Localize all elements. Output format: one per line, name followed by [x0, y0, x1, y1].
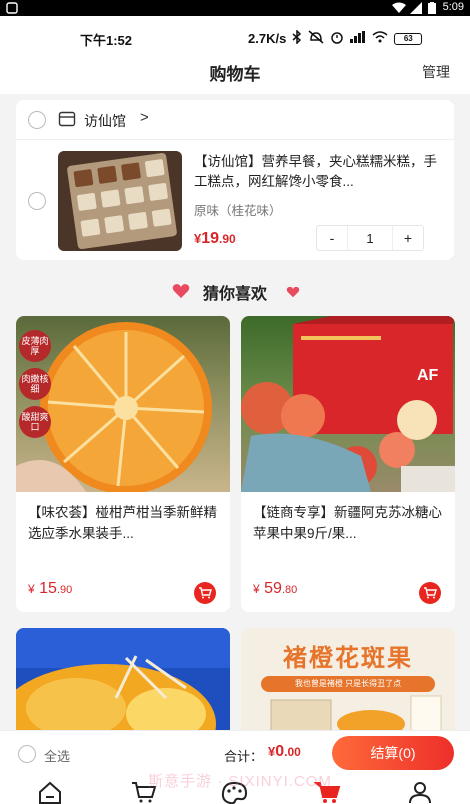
add-to-cart-button[interactable]: [194, 582, 216, 604]
phone-status-bar: 下午1:52 2.7K/s 63: [0, 16, 470, 54]
product-image-apple[interactable]: AF: [241, 316, 455, 492]
product-price: ¥ 15.90: [28, 580, 73, 597]
quantity-minus-button[interactable]: -: [317, 226, 347, 250]
status-time: 下午1:52: [80, 33, 133, 48]
product-image-orange[interactable]: 皮薄肉厚 肉嫩核细 酸甜爽口: [16, 316, 230, 492]
bluetooth-icon: [292, 29, 302, 47]
total-label: 合计：: [224, 749, 264, 764]
cart-item-spec[interactable]: 原味（桂花味）: [194, 200, 282, 219]
manage-button[interactable]: 管理: [422, 62, 450, 82]
product-card[interactable]: [16, 628, 230, 730]
cell-signal-icon: [350, 31, 366, 46]
cart-active-icon: [313, 782, 342, 804]
store-icon: [58, 111, 76, 127]
cart-content: 访仙馆 > 【访仙馆】营养早餐，夹心糕糯米糕，手工糕点，网红解馋小零食... 原…: [0, 94, 470, 730]
quantity-value[interactable]: 1: [347, 226, 393, 250]
battery-icon: [428, 2, 436, 17]
profile-icon: [406, 782, 434, 804]
cart-item-image[interactable]: [58, 151, 182, 251]
shop-select-radio[interactable]: [28, 111, 46, 129]
recommend-title: 猜你喜欢: [202, 286, 267, 303]
android-status-bar: 5:09: [0, 0, 470, 16]
wifi-icon: [392, 2, 406, 17]
product-tag: 皮薄肉厚: [19, 330, 51, 362]
quantity-plus-button[interactable]: +: [393, 226, 423, 250]
heart-small-icon: [286, 285, 300, 303]
shop-header[interactable]: 访仙馆 >: [16, 100, 454, 140]
quantity-stepper: - 1 +: [316, 225, 424, 251]
page-header: 购物车 管理: [0, 54, 470, 94]
product-tag: 肉嫩核细: [19, 368, 51, 400]
wifi-status-icon: [372, 31, 388, 46]
product-tag: 酸甜爽口: [19, 406, 51, 438]
add-to-cart-button[interactable]: [419, 582, 441, 604]
cart-item-title[interactable]: 【访仙馆】营养早餐，夹心糕糯米糕，手工糕点，网红解馋小零食...: [194, 152, 444, 192]
mute-icon: [308, 30, 324, 47]
home-icon: [36, 781, 64, 804]
select-all-radio[interactable]: [18, 745, 36, 763]
pastry-tray-image: [66, 152, 178, 250]
product-title[interactable]: 【链商专享】新疆阿克苏冰糖心苹果中果9斤/果...: [241, 492, 455, 552]
product-price: ¥ 59.80: [253, 580, 298, 597]
notification-icon: [6, 2, 18, 17]
android-time: 5:09: [442, 1, 464, 13]
item-select-radio[interactable]: [28, 192, 46, 210]
cart-outline-icon: [130, 782, 158, 804]
page-title: 购物车: [209, 65, 261, 84]
cart-item-price: ¥19.90: [194, 230, 236, 247]
battery-level: 63: [394, 32, 423, 45]
product-card[interactable]: 皮薄肉厚 肉嫩核细 酸甜爽口 【味农荟】椪柑芦柑当季新鲜精选应季水果装手... …: [16, 316, 230, 612]
tab-profile[interactable]: [406, 780, 434, 804]
product-image-chu-orange[interactable]: 褚橙花斑果 我也曾是褚橙 只是长得丑了点: [241, 628, 455, 730]
tab-home[interactable]: [36, 780, 64, 804]
heart-icon: [172, 283, 190, 304]
product-image-citrus[interactable]: [16, 628, 230, 730]
product-title[interactable]: 【味农荟】椪柑芦柑当季新鲜精选应季水果装手...: [16, 492, 230, 552]
checkout-button[interactable]: 结算(0): [332, 736, 454, 770]
cart-shop-card: 访仙馆 > 【访仙馆】营养早餐，夹心糕糯米糕，手工糕点，网红解馋小零食... 原…: [16, 100, 454, 260]
total-amount: ¥0.00: [268, 743, 301, 760]
shop-chevron-icon[interactable]: >: [140, 109, 149, 126]
select-all-label[interactable]: 全选: [44, 746, 70, 765]
product-card[interactable]: 褚橙花斑果 我也曾是褚橙 只是长得丑了点: [241, 628, 455, 730]
network-speed: 2.7K/s: [248, 31, 287, 46]
watermark: 斯意手游 · SIXINYI.COM: [148, 773, 332, 790]
alarm-icon: [330, 30, 344, 47]
svg-text:AF: AF: [417, 367, 439, 384]
product-card[interactable]: AF 【链商专享】新疆阿克苏冰糖心苹果中果9斤/果... ¥ 59.80: [241, 316, 455, 612]
shop-name[interactable]: 访仙馆: [84, 111, 126, 131]
palette-icon: [220, 781, 248, 804]
signal-icon: [410, 2, 422, 17]
recommend-heading: 猜你喜欢: [0, 277, 470, 303]
